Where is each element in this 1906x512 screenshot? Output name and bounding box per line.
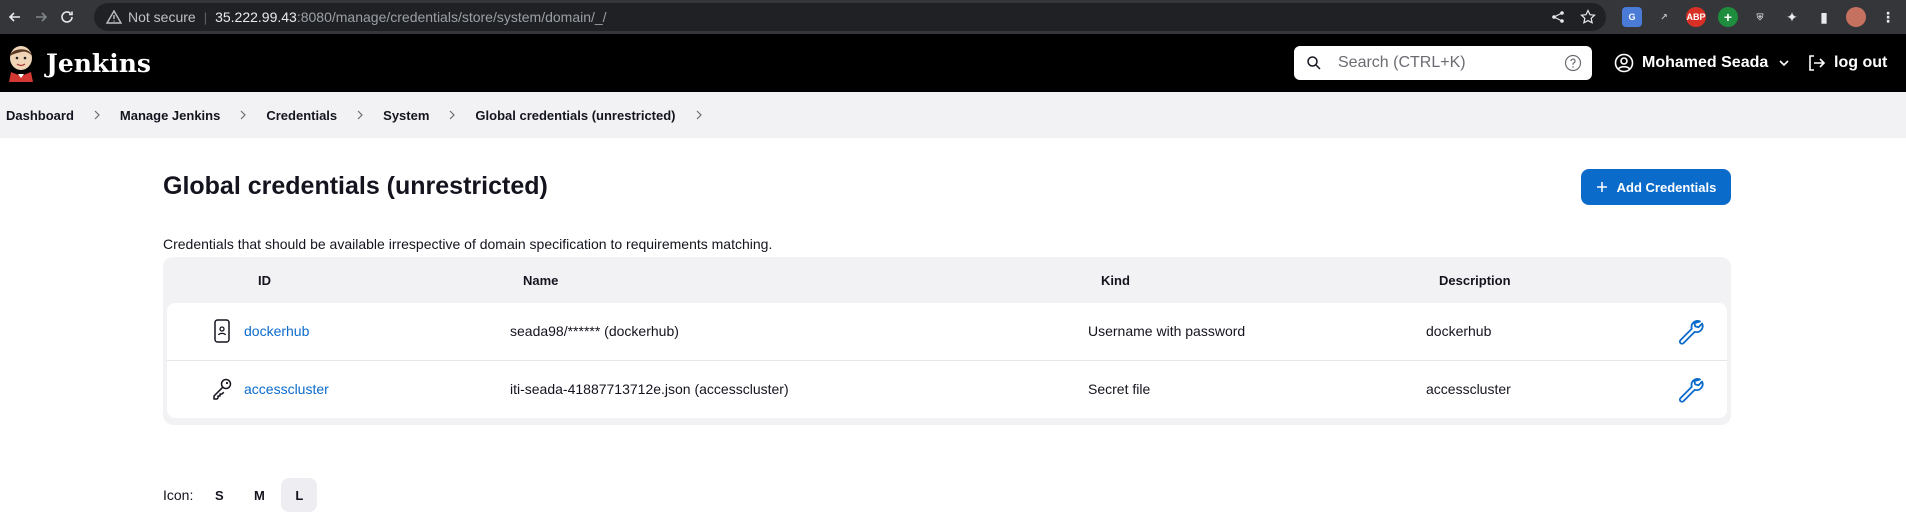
reload-button[interactable]: [56, 6, 78, 28]
user-menu[interactable]: Mohamed Seada: [1614, 34, 1790, 92]
page-description: Credentials that should be available irr…: [163, 236, 773, 252]
icon-size-label: Icon:: [163, 487, 194, 503]
phone-icon: [214, 319, 230, 343]
icon-size-medium-button[interactable]: M: [241, 478, 277, 512]
search-input[interactable]: [1336, 53, 1560, 73]
url-host: 35.222.99.43: [215, 9, 297, 25]
credentials-table: ID Name Kind Description dockerhub seada…: [163, 257, 1731, 425]
profile-avatar-icon[interactable]: [1846, 7, 1866, 27]
breadcrumb-label[interactable]: Credentials: [266, 108, 337, 123]
jenkins-logo[interactable]: Jenkins: [6, 44, 151, 82]
credential-id-link[interactable]: accesscluster: [244, 381, 329, 397]
add-credentials-label: Add Credentials: [1616, 179, 1717, 195]
search-box[interactable]: [1294, 46, 1592, 80]
back-arrow-icon: [8, 12, 20, 22]
forward-button[interactable]: [30, 6, 52, 28]
breadcrumb-label[interactable]: Manage Jenkins: [120, 108, 220, 123]
page-title: Global credentials (unrestricted): [163, 172, 548, 200]
share-icon[interactable]: [1550, 9, 1566, 25]
jenkins-header: Jenkins Mohamed Seada log out: [0, 34, 1906, 92]
brand-name: Jenkins: [46, 48, 151, 78]
credential-description: dockerhub: [1426, 323, 1492, 339]
puzzle-extensions-icon[interactable]: ✦: [1782, 7, 1802, 27]
logout-link[interactable]: log out: [1806, 34, 1887, 92]
translate-extension-icon[interactable]: G: [1622, 7, 1642, 27]
plus-icon: [1596, 182, 1607, 192]
shield-extension-icon[interactable]: ⛨: [1750, 7, 1770, 27]
browser-menu-icon[interactable]: ⋮: [1878, 7, 1898, 27]
icon-size-small-button[interactable]: S: [201, 478, 237, 512]
browser-toolbar: Not secure | 35.222.99.43 :8080/manage/c…: [0, 0, 1906, 34]
icon-size-selector: Icon: S M L: [163, 478, 318, 512]
security-label: Not secure: [128, 9, 196, 25]
credential-description: accesscluster: [1426, 381, 1511, 397]
bookmark-star-icon[interactable]: [1580, 9, 1596, 25]
table-body: dockerhub seada98/****** (dockerhub) Use…: [167, 303, 1727, 418]
help-icon[interactable]: [1564, 54, 1582, 72]
add-credentials-button[interactable]: Add Credentials: [1581, 169, 1731, 205]
credential-id-link[interactable]: dockerhub: [244, 323, 309, 339]
column-header-description[interactable]: Description: [1439, 273, 1511, 288]
jenkins-butler-icon: [9, 46, 33, 82]
chevron-right-icon: [357, 110, 364, 120]
chevron-right-icon: [240, 110, 247, 120]
credential-kind: Secret file: [1088, 381, 1151, 397]
wrench-icon[interactable]: [1675, 316, 1705, 346]
chevron-right-icon: [449, 110, 456, 120]
back-button[interactable]: [4, 6, 26, 28]
breadcrumb-label[interactable]: System: [383, 108, 429, 123]
plus-extension-icon[interactable]: +: [1718, 7, 1738, 27]
search-icon: [1307, 56, 1321, 70]
url-separator: |: [203, 9, 208, 25]
breadcrumb-label[interactable]: Global credentials (unrestricted): [475, 108, 675, 123]
warning-icon: [106, 9, 122, 24]
chevron-down-icon: [1779, 60, 1789, 67]
breadcrumb-item-credentials[interactable]: Credentials: [266, 108, 383, 123]
column-header-name[interactable]: Name: [523, 273, 558, 288]
icon-size-large-button[interactable]: L: [281, 478, 318, 512]
url-path: :8080/manage/credentials/store/system/do…: [296, 9, 607, 25]
breadcrumb-item-system[interactable]: System: [383, 108, 475, 123]
extension-arrow-icon[interactable]: ↗: [1654, 7, 1674, 27]
column-header-id[interactable]: ID: [258, 273, 271, 288]
side-panel-icon[interactable]: ▮: [1814, 7, 1834, 27]
reload-icon: [61, 11, 73, 23]
logout-icon: [1809, 55, 1826, 71]
logout-label: log out: [1834, 54, 1888, 71]
breadcrumb-item-global-credentials[interactable]: Global credentials (unrestricted): [475, 108, 721, 123]
credential-name: iti-seada-41887713712e.json (accessclust…: [510, 381, 789, 397]
main-content: Global credentials (unrestricted) Add Cr…: [0, 138, 1906, 512]
column-header-kind[interactable]: Kind: [1101, 273, 1130, 288]
credential-name: seada98/****** (dockerhub): [510, 323, 679, 339]
table-header: ID Name Kind Description: [163, 257, 1731, 303]
address-bar[interactable]: Not secure | 35.222.99.43 :8080/manage/c…: [94, 3, 1606, 31]
chevron-right-icon[interactable]: [694, 110, 704, 120]
chevron-right-icon: [94, 110, 100, 120]
forward-arrow-icon: [36, 12, 48, 22]
breadcrumb-item-manage-jenkins[interactable]: Manage Jenkins: [120, 108, 266, 123]
breadcrumb-label[interactable]: Dashboard: [6, 108, 74, 123]
credential-kind: Username with password: [1088, 323, 1246, 339]
user-avatar-icon: [1614, 53, 1634, 73]
key-icon: [213, 378, 232, 400]
breadcrumb-item-dashboard[interactable]: Dashboard: [6, 108, 120, 123]
adblock-extension-icon[interactable]: ABP: [1686, 7, 1706, 27]
table-row: dockerhub seada98/****** (dockerhub) Use…: [167, 303, 1727, 360]
user-name: Mohamed Seada: [1642, 54, 1769, 71]
breadcrumb: Dashboard Manage Jenkins Credentials Sys…: [0, 92, 1906, 138]
table-row: accesscluster iti-seada-41887713712e.jso…: [167, 360, 1727, 418]
wrench-icon[interactable]: [1675, 374, 1705, 404]
